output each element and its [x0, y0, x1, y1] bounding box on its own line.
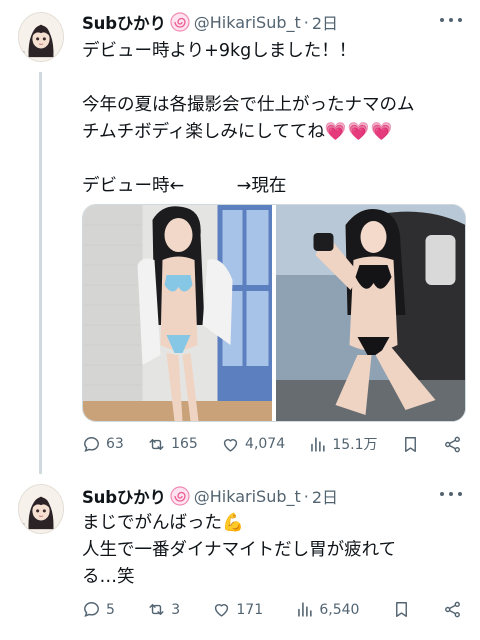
bar-chart-icon	[298, 602, 312, 617]
retweet-icon	[149, 438, 164, 450]
pink-hearts-emoji: 💗💗💗	[324, 122, 394, 142]
views-button[interactable]: 6,540	[295, 600, 359, 619]
heart-icon	[215, 604, 229, 617]
like-button[interactable]: 4,074	[221, 435, 285, 454]
heart-icon	[223, 438, 238, 452]
user-handle[interactable]: @HikariSub_t	[194, 13, 301, 32]
tweet-header: Subひかり @HikariSub_t · 2日	[82, 484, 338, 508]
user-handle[interactable]: @HikariSub_t	[194, 487, 301, 506]
tweet-text-line: まじでがんばった💪	[82, 513, 244, 533]
retweet-button[interactable]: 3	[147, 600, 180, 619]
pink-lollipop-badge-icon	[170, 486, 190, 506]
timestamp[interactable]: 2日	[312, 484, 338, 508]
reply-button[interactable]: 5	[82, 600, 115, 619]
separator-dot: ·	[303, 12, 309, 32]
share-button[interactable]	[443, 435, 462, 454]
tweet[interactable]: Subひかり @HikariSub_t · 2日 まじでがんばった💪 人生で一番…	[0, 474, 480, 640]
view-count: 15.1万	[332, 437, 378, 453]
view-count: 6,540	[319, 601, 360, 618]
share-icon	[445, 436, 460, 452]
timestamp[interactable]: 2日	[312, 10, 338, 34]
tweet-text-line: 人生で一番ダイナマイトだし胃が疲れて	[82, 540, 397, 560]
share-button[interactable]	[443, 600, 462, 619]
bookmark-icon	[395, 602, 407, 617]
more-options-icon[interactable]	[440, 10, 462, 30]
photo-now[interactable]	[276, 205, 465, 421]
bookmark-button[interactable]	[401, 435, 420, 454]
retweet-count: 3	[171, 601, 181, 618]
tweet-text-line: る…笑	[82, 567, 135, 587]
bar-chart-icon	[311, 436, 325, 452]
tweet-header: Subひかり @HikariSub_t · 2日	[82, 10, 338, 34]
retweet-button[interactable]: 165	[147, 435, 198, 454]
avatar[interactable]	[18, 12, 64, 62]
bookmark-icon	[404, 436, 416, 452]
share-icon	[445, 601, 460, 618]
more-options-icon[interactable]	[440, 484, 462, 504]
reply-count: 5	[106, 601, 115, 618]
retweet-count: 165	[171, 436, 198, 452]
avatar[interactable]	[18, 484, 64, 534]
tweet-text-line: デビュー時より+9kgしました！！	[82, 41, 357, 61]
like-count: 4,074	[245, 436, 286, 452]
separator-dot: ·	[303, 486, 309, 506]
retweet-icon	[149, 604, 164, 615]
tweet-text-line: チムチボディ楽しみにしててね	[82, 122, 325, 142]
like-button[interactable]: 171	[212, 600, 263, 619]
tweet-text-line: デビュー時← →現在	[82, 176, 287, 196]
tweet-text-line-with-hearts: チムチボディ楽しみにしててね💗💗💗	[82, 119, 393, 146]
reply-button[interactable]: 63	[82, 435, 124, 454]
bookmark-button[interactable]	[392, 600, 411, 619]
reply-icon	[84, 436, 99, 452]
photo-before[interactable]	[83, 205, 272, 421]
display-name[interactable]: Subひかり	[82, 10, 166, 34]
tweet-text-line: 今年の夏は各撮影会で仕上がったナマのム	[82, 95, 415, 115]
reply-icon	[84, 602, 99, 618]
like-count: 171	[236, 601, 264, 618]
tweet-actions: 63 165 4,074 15.1万	[82, 434, 462, 454]
views-button[interactable]: 15.1万	[308, 434, 378, 454]
display-name[interactable]: Subひかり	[82, 484, 166, 508]
media-grid	[82, 204, 466, 422]
reply-count: 63	[106, 436, 124, 452]
tweet-actions: 5 3 171 6,540	[82, 600, 462, 619]
pink-lollipop-badge-icon	[170, 12, 190, 32]
tweet[interactable]: Subひかり @HikariSub_t · 2日 デビュー時より+9kgしました…	[0, 0, 480, 470]
